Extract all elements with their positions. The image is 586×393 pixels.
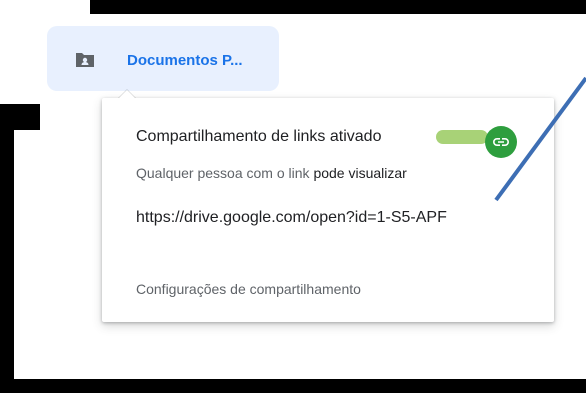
access-description: Qualquer pessoa com o link pode visualiz… <box>136 165 407 181</box>
access-prefix: Qualquer pessoa com o link <box>136 165 310 181</box>
popup-pointer <box>118 90 136 99</box>
access-level-dropdown[interactable]: pode visualizar <box>313 165 406 181</box>
sharing-settings-link[interactable]: Configurações de compartilhamento <box>136 281 361 297</box>
link-sharing-toggle[interactable] <box>485 126 517 158</box>
share-link-url[interactable]: https://drive.google.com/open?id=1-S5-AP… <box>136 209 522 227</box>
folder-name[interactable]: Documentos P... <box>127 52 243 69</box>
frame-gap-left <box>0 0 14 104</box>
link-sharing-toggle-track[interactable] <box>436 130 488 144</box>
frame-notch-top <box>90 0 130 14</box>
frame-notch-left <box>0 104 40 130</box>
link-icon <box>493 138 509 146</box>
shared-folder-icon <box>76 53 94 67</box>
frame-gap-top <box>0 0 98 14</box>
link-sharing-title: Compartilhamento de links ativado <box>136 128 382 145</box>
